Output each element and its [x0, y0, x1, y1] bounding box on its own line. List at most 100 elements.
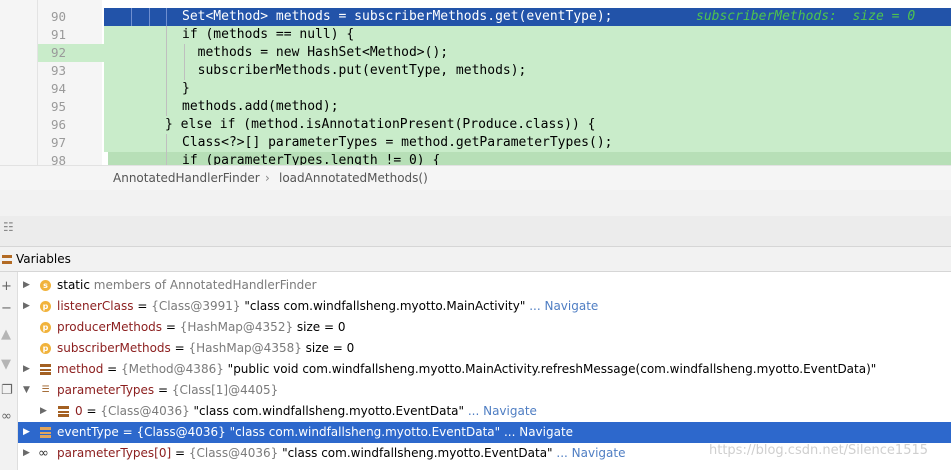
navigate-link[interactable]: ... Navigate	[553, 446, 625, 460]
watch-glasses-icon[interactable]: ∞	[1, 410, 12, 424]
variable-value: "class com.windfallsheng.myotto.MainActi…	[240, 299, 526, 313]
watch-icon: ∞	[38, 446, 49, 461]
move-up-icon[interactable]: ▲	[1, 328, 11, 342]
expand-arrow-icon[interactable]: ▶	[23, 296, 30, 317]
expand-arrow-icon[interactable]: ▶	[23, 359, 30, 380]
code-text[interactable]: if (parameterTypes.length != 0) {	[182, 152, 440, 165]
expand-arrow-icon[interactable]: ▶	[23, 443, 30, 464]
layout-menu-icon[interactable]: ☷	[3, 220, 14, 234]
line-number: 95	[50, 99, 66, 114]
line-number: 97	[50, 135, 66, 150]
code-line[interactable]: 91 if (methods == null) {	[0, 26, 951, 44]
remove-watch-icon[interactable]: −	[1, 302, 12, 316]
navigate-link[interactable]: ... Navigate	[525, 299, 598, 313]
code-text[interactable]: }	[182, 80, 190, 98]
copy-icon[interactable]: ❐	[1, 384, 13, 398]
breadcrumb-separator: ›	[265, 171, 270, 185]
variable-value: "public void com.windfallsheng.myotto.Ma…	[223, 362, 877, 376]
static-icon: s	[40, 280, 51, 291]
variable-name: producerMethods	[57, 320, 163, 334]
expand-arrow-icon[interactable]: ▶	[40, 401, 47, 422]
code-editor[interactable]: 90 Set<Method> methods = subscriberMetho…	[0, 0, 951, 165]
code-line[interactable]: 95 methods.add(method);	[0, 98, 951, 116]
breadcrumb: AnnotatedHandlerFinder › loadAnnotatedMe…	[0, 165, 951, 191]
line-number: 94	[50, 81, 66, 96]
variable-value: "class com.windfallsheng.myotto.EventDat…	[189, 404, 465, 418]
variable-value: "class com.windfallsheng.myotto.EventDat…	[278, 446, 553, 460]
variable-name: method	[57, 362, 104, 376]
navigate-link[interactable]: ... Navigate	[500, 425, 573, 439]
variables-toolbar: + − ▲ ▼ ❐ ∞	[0, 272, 18, 470]
variable-row-array-element-0[interactable]: ▶ 0 = {Class@4036} "class com.windfallsh…	[18, 401, 951, 422]
add-watch-icon[interactable]: +	[1, 280, 12, 294]
variable-name: parameterTypes	[57, 383, 155, 397]
object-ref: {Class@4036}	[188, 446, 279, 460]
breadcrumb-class[interactable]: AnnotatedHandlerFinder	[113, 166, 260, 190]
variable-name: subscriberMethods	[57, 341, 171, 355]
local-variable-icon	[40, 364, 51, 375]
object-ref: {Class@4036}	[136, 425, 226, 439]
watermark: https://blog.csdn.net/Silence1515	[709, 443, 929, 458]
line-number: 96	[50, 117, 66, 132]
inline-debug-value: subscriberMethods: size = 0	[696, 9, 916, 24]
collapse-arrow-icon[interactable]: ▼	[23, 380, 30, 401]
code-line[interactable]: 92 methods = new HashSet<Method>();	[0, 44, 951, 62]
field-icon: p	[40, 343, 51, 354]
panel-title: Variables	[16, 252, 71, 266]
variable-name: eventType	[57, 425, 119, 439]
variable-row-subscriberMethods[interactable]: p subscriberMethods = {HashMap@4358} siz…	[18, 338, 951, 359]
move-down-icon[interactable]: ▼	[1, 358, 11, 372]
field-icon: p	[40, 301, 51, 312]
navigate-link[interactable]: ... Navigate	[464, 404, 537, 418]
object-ref: {Class[1]@4405}	[171, 383, 279, 397]
variables-icon	[2, 255, 12, 264]
code-text[interactable]: } else if (method.isAnnotationPresent(Pr…	[165, 116, 595, 134]
variable-row-static[interactable]: ▶ s static members of AnnotatedHandlerFi…	[18, 275, 951, 296]
expand-arrow-icon[interactable]: ▶	[23, 275, 30, 296]
code-text[interactable]: Class<?>[] parameterTypes = method.getPa…	[182, 134, 612, 152]
code-text[interactable]: Set<Method> methods = subscriberMethods.…	[182, 8, 612, 26]
line-number: 98	[50, 153, 66, 165]
object-ref: {HashMap@4358}	[188, 341, 302, 355]
local-variable-icon	[58, 406, 69, 417]
variable-row-method[interactable]: ▶ method = {Method@4386} "public void co…	[18, 359, 951, 380]
object-ref: {Class@4036}	[100, 404, 190, 418]
breadcrumb-method[interactable]: loadAnnotatedMethods()	[279, 166, 428, 190]
execution-line[interactable]: 90 Set<Method> methods = subscriberMetho…	[0, 8, 951, 26]
code-text[interactable]: methods = new HashSet<Method>();	[182, 44, 448, 62]
variable-row-producerMethods[interactable]: p producerMethods = {HashMap@4352} size …	[18, 317, 951, 338]
code-line[interactable]: 96 } else if (method.isAnnotationPresent…	[0, 116, 951, 134]
variable-value: size = 0	[301, 341, 355, 355]
expand-arrow-icon[interactable]: ▶	[23, 422, 30, 443]
variable-name: parameterTypes[0]	[57, 446, 172, 460]
local-variable-icon	[40, 427, 51, 438]
debug-tabs-bar	[0, 216, 951, 247]
variable-row-parameterTypes[interactable]: ▼ ☰ parameterTypes = {Class[1]@4405}	[18, 380, 951, 401]
code-line[interactable]: 94 }	[0, 80, 951, 98]
variables-panel-header: Variables	[0, 247, 951, 272]
object-ref: {Class@3991}	[151, 299, 241, 313]
variable-name: 0	[75, 404, 83, 418]
object-ref: {HashMap@4352}	[179, 320, 294, 334]
code-line[interactable]: 98 if (parameterTypes.length != 0) {	[0, 152, 951, 165]
line-number: 93	[50, 63, 66, 78]
variable-row-eventType[interactable]: ▶ eventType = {Class@4036} "class com.wi…	[18, 422, 951, 443]
variable-row-listenerClass[interactable]: ▶ p listenerClass = {Class@3991} "class …	[18, 296, 951, 317]
line-number: 90	[50, 9, 66, 24]
code-line[interactable]: 93 subscriberMethods.put(eventType, meth…	[0, 62, 951, 80]
variable-value: size = 0	[293, 320, 346, 334]
debug-toolbar	[0, 190, 951, 216]
code-text[interactable]: if (methods == null) {	[182, 26, 354, 44]
code-text[interactable]: subscriberMethods.put(eventType, methods…	[182, 62, 527, 80]
line-number: 92	[50, 45, 66, 60]
variable-value: members of AnnotatedHandlerFinder	[93, 278, 317, 292]
variable-name: static	[57, 278, 90, 292]
code-text[interactable]: methods.add(method);	[182, 98, 339, 116]
field-icon: p	[40, 322, 51, 333]
line-number: 91	[50, 27, 66, 42]
variable-value: "class com.windfallsheng.myotto.EventDat…	[225, 425, 501, 439]
variable-name: listenerClass	[57, 299, 134, 313]
code-line[interactable]: 97 Class<?>[] parameterTypes = method.ge…	[0, 134, 951, 152]
array-icon: ☰	[41, 385, 50, 395]
object-ref: {Method@4386}	[121, 362, 224, 376]
